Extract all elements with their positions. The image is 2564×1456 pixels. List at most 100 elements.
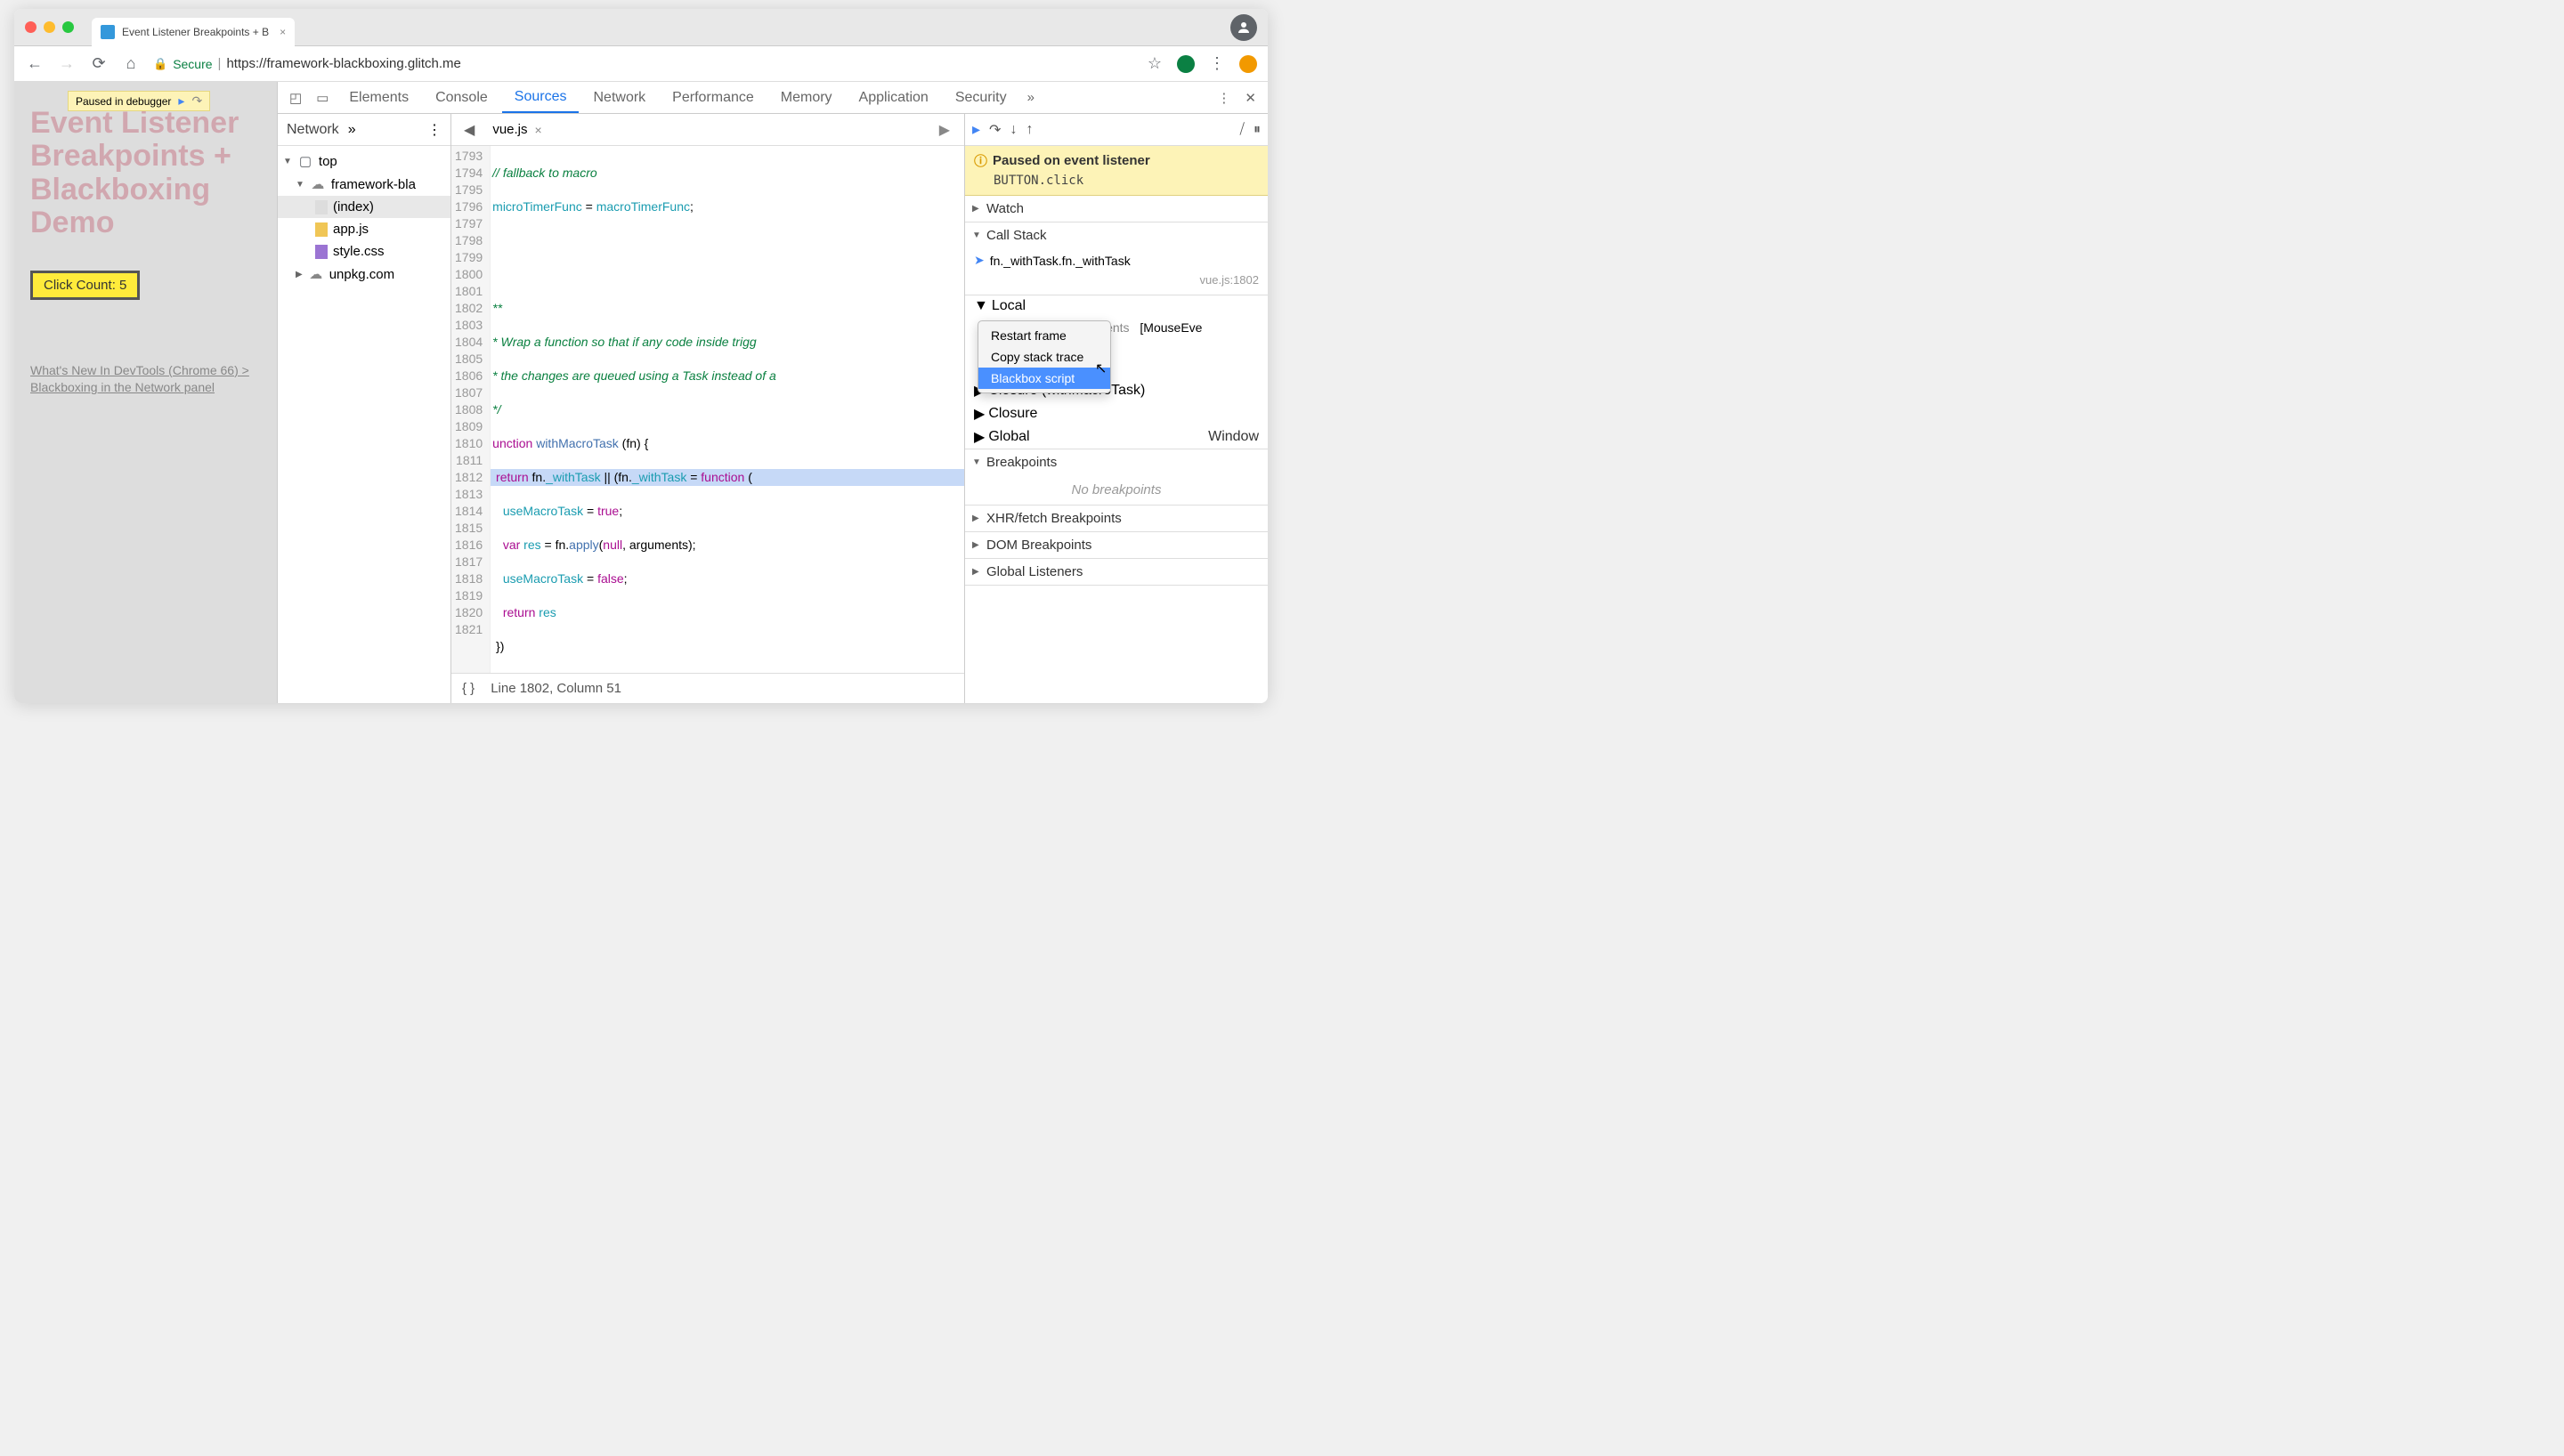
home-button[interactable]: ⌂ bbox=[121, 54, 141, 73]
step-over-button[interactable]: ↷ bbox=[989, 121, 1001, 139]
format-icon[interactable]: { } bbox=[462, 681, 475, 696]
tab-performance[interactable]: Performance bbox=[660, 84, 767, 112]
url-field[interactable]: 🔒 Secure | https://framework-blackboxing… bbox=[153, 56, 1132, 71]
reload-button[interactable]: ⟳ bbox=[89, 54, 109, 73]
url-text: https://framework-blackboxing.glitch.me bbox=[226, 56, 460, 71]
deactivate-breakpoints-button[interactable]: ⧸ bbox=[1240, 122, 1245, 138]
debugger-overlay: Paused in debugger ▸ ↷ bbox=[68, 91, 210, 111]
close-window-button[interactable] bbox=[25, 21, 37, 33]
new-tab-button[interactable] bbox=[300, 19, 325, 44]
scope-global[interactable]: ▶GlobalWindow bbox=[965, 425, 1268, 449]
code-area[interactable]: 1793179417951796179717981799180018011802… bbox=[451, 146, 964, 673]
tree-file-stylecss[interactable]: style.css bbox=[278, 240, 450, 263]
global-listeners-section[interactable]: ▶Global Listeners bbox=[965, 559, 1268, 586]
cloud-icon: ☁ bbox=[308, 266, 324, 282]
tab-memory[interactable]: Memory bbox=[768, 84, 845, 112]
context-blackbox-script[interactable]: Blackbox script bbox=[978, 368, 1110, 389]
sources-navigator: Network » ⋮ ▼ ▢ top ▼ ☁ framewo bbox=[278, 114, 451, 703]
cursor-position: Line 1802, Column 51 bbox=[491, 681, 621, 696]
tab-security[interactable]: Security bbox=[943, 84, 1019, 112]
tab-sources[interactable]: Sources bbox=[502, 83, 580, 113]
editor-tab-bar: ◀ vue.js × ▶ bbox=[451, 114, 964, 146]
tab-application[interactable]: Application bbox=[847, 84, 941, 112]
dom-breakpoints-section[interactable]: ▶DOM Breakpoints bbox=[965, 532, 1268, 559]
devtools-panel: ◰ ▭ Elements Console Sources Network Per… bbox=[277, 82, 1268, 703]
code-lines: // fallback to macro microTimerFunc = ma… bbox=[491, 146, 964, 673]
resume-button[interactable]: ▸ bbox=[972, 120, 980, 139]
click-count-button[interactable]: Click Count: 5 bbox=[30, 271, 140, 300]
webpage-viewport: Paused in debugger ▸ ↷ Event Listener Br… bbox=[14, 82, 277, 703]
file-icon bbox=[315, 245, 328, 259]
chevron-down-icon: ▼ bbox=[296, 180, 304, 190]
step-into-button[interactable]: ↓ bbox=[1010, 122, 1017, 138]
mouse-cursor-icon: ↖ bbox=[1095, 360, 1107, 377]
navigator-tab[interactable]: Network bbox=[287, 122, 339, 138]
stack-location: vue.js:1802 bbox=[965, 271, 1268, 289]
pause-on-exceptions-button[interactable]: ⏸ bbox=[1254, 122, 1261, 138]
overlay-resume-icon[interactable]: ▸ bbox=[178, 93, 184, 109]
device-mode-icon[interactable]: ▭ bbox=[310, 86, 335, 109]
favicon-icon bbox=[101, 25, 115, 39]
page-link[interactable]: What's New In DevTools (Chrome 66) > Bla… bbox=[30, 362, 261, 397]
tab-title: Event Listener Breakpoints + B bbox=[122, 26, 269, 38]
context-restart-frame[interactable]: Restart frame bbox=[978, 325, 1110, 346]
info-icon: ⓘ bbox=[974, 151, 987, 170]
back-button[interactable]: ← bbox=[25, 54, 45, 73]
minimize-window-button[interactable] bbox=[44, 21, 55, 33]
scope-closure2[interactable]: ▶Closure bbox=[965, 402, 1268, 425]
stack-frame[interactable]: ➤ fn._withTask.fn._withTask bbox=[965, 250, 1268, 271]
debugger-overlay-label: Paused in debugger bbox=[76, 95, 171, 108]
extension-icon-2[interactable] bbox=[1239, 55, 1257, 73]
cloud-icon: ☁ bbox=[310, 176, 326, 192]
paused-target: BUTTON.click bbox=[974, 170, 1259, 190]
callstack-section: ▼Call Stack ➤ fn._withTask.fn._withTask … bbox=[965, 222, 1268, 295]
page-title: Event Listener Breakpoints + Blackboxing… bbox=[30, 107, 261, 240]
window-icon: ▢ bbox=[297, 153, 313, 169]
devtools-menu-icon[interactable]: ⋮ bbox=[1211, 86, 1237, 109]
debugger-sidebar: ▸ ↷ ↓ ↑ ⧸ ⏸ ⓘPaused on event listener BU… bbox=[965, 114, 1268, 703]
paused-banner: ⓘPaused on event listener BUTTON.click bbox=[965, 146, 1268, 196]
close-file-icon[interactable]: × bbox=[535, 123, 542, 137]
maximize-window-button[interactable] bbox=[62, 21, 74, 33]
user-profile-icon[interactable] bbox=[1230, 14, 1257, 41]
tree-domain[interactable]: ▼ ☁ framework-bla bbox=[278, 173, 450, 196]
navigator-menu-icon[interactable]: ⋮ bbox=[427, 121, 442, 139]
code-editor-panel: ◀ vue.js × ▶ 179317941795179617971798179… bbox=[451, 114, 965, 703]
inspect-element-icon[interactable]: ◰ bbox=[283, 86, 308, 109]
overlay-step-icon[interactable]: ↷ bbox=[191, 93, 202, 109]
close-devtools-icon[interactable]: ✕ bbox=[1238, 86, 1262, 109]
scope-local-header[interactable]: ▼Local bbox=[965, 295, 1268, 317]
watch-section[interactable]: ▶Watch bbox=[965, 196, 1268, 222]
step-out-button[interactable]: ↑ bbox=[1026, 122, 1033, 138]
tree-file-index[interactable]: (index) bbox=[278, 196, 450, 218]
extensions-menu-icon[interactable]: ⋮ bbox=[1207, 54, 1227, 73]
no-breakpoints-label: No breakpoints bbox=[965, 475, 1268, 505]
more-nav-tabs-icon[interactable]: » bbox=[348, 122, 356, 138]
editor-nav-forward-icon[interactable]: ▶ bbox=[930, 117, 959, 142]
lock-icon: 🔒 bbox=[153, 57, 167, 71]
secure-label: Secure bbox=[173, 57, 212, 71]
editor-tab-vuejs[interactable]: vue.js × bbox=[482, 117, 552, 142]
tree-cdn[interactable]: ▶ ☁ unpkg.com bbox=[278, 263, 450, 286]
more-tabs-icon[interactable]: » bbox=[1021, 86, 1041, 109]
context-copy-stack-trace[interactable]: Copy stack trace bbox=[978, 346, 1110, 368]
xhr-breakpoints-section[interactable]: ▶XHR/fetch Breakpoints bbox=[965, 506, 1268, 532]
editor-nav-back-icon[interactable]: ◀ bbox=[457, 117, 482, 142]
line-gutter: 1793179417951796179717981799180018011802… bbox=[451, 146, 491, 673]
tab-console[interactable]: Console bbox=[423, 84, 500, 112]
browser-window: Event Listener Breakpoints + B × ← → ⟳ ⌂… bbox=[14, 9, 1268, 703]
navigator-header: Network » ⋮ bbox=[278, 114, 450, 146]
extension-icon-1[interactable] bbox=[1177, 55, 1195, 73]
tab-network[interactable]: Network bbox=[580, 84, 658, 112]
devtools-tab-bar: ◰ ▭ Elements Console Sources Network Per… bbox=[278, 82, 1268, 114]
chevron-down-icon: ▼ bbox=[283, 157, 292, 166]
tree-file-appjs[interactable]: app.js bbox=[278, 218, 450, 240]
close-tab-icon[interactable]: × bbox=[280, 26, 286, 38]
tree-top[interactable]: ▼ ▢ top bbox=[278, 150, 450, 173]
file-icon bbox=[315, 222, 328, 237]
browser-tab[interactable]: Event Listener Breakpoints + B × bbox=[92, 18, 295, 46]
tab-elements[interactable]: Elements bbox=[337, 84, 421, 112]
forward-button: → bbox=[57, 54, 77, 73]
address-bar: ← → ⟳ ⌂ 🔒 Secure | https://framework-bla… bbox=[14, 46, 1268, 82]
bookmark-star-icon[interactable]: ☆ bbox=[1145, 54, 1164, 73]
